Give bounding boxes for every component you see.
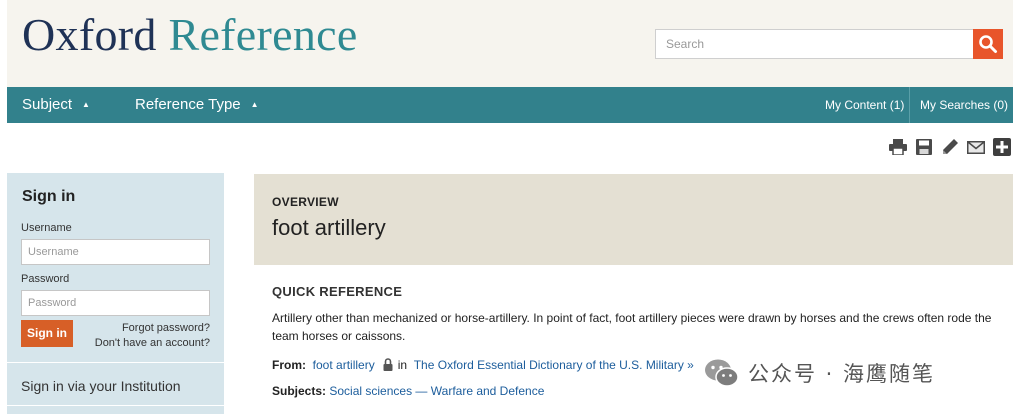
site-header: Oxford Reference (7, 0, 1013, 87)
from-label: From: (272, 358, 306, 372)
nav-subject-label: Subject (22, 96, 73, 113)
nav-my-content[interactable]: My Content (1) (825, 87, 904, 123)
sign-in-button[interactable]: Sign in (21, 320, 73, 347)
pencil-icon (943, 139, 958, 154)
save-button[interactable] (914, 137, 934, 157)
sign-in-panel: Sign in Username Password Sign in Forgot… (7, 173, 224, 414)
sign-in-title: Sign in (22, 188, 76, 205)
password-field-wrapper (21, 290, 210, 316)
page-title: foot artillery (272, 215, 386, 240)
page-tools (888, 137, 1012, 157)
overview-panel: OVERVIEW foot artillery (254, 174, 1013, 265)
save-icon (916, 139, 932, 155)
cite-button[interactable] (940, 137, 960, 157)
forgot-password-link[interactable]: Forgot password? (95, 321, 210, 336)
nav-subject[interactable]: Subject ▲ (22, 87, 90, 123)
nav-reference-type-label: Reference Type (135, 96, 241, 113)
subjects-label: Subjects: (272, 384, 327, 398)
search-box (655, 29, 1003, 59)
from-entry-link[interactable]: foot artillery (313, 358, 375, 372)
email-button[interactable] (966, 137, 986, 157)
username-field[interactable] (22, 240, 209, 264)
email-icon (967, 140, 985, 154)
sidebar-divider (7, 362, 224, 363)
search-button[interactable] (973, 29, 1003, 59)
wechat-watermark: 公众号 · 海鹰随笔 (704, 355, 1004, 391)
search-input[interactable] (656, 30, 972, 58)
nav-divider (909, 87, 910, 123)
overview-label: OVERVIEW (272, 195, 339, 209)
sidebar-divider (7, 405, 224, 406)
oxford-reference-logo[interactable]: Oxford Reference (22, 8, 358, 61)
username-field-wrapper (21, 239, 210, 265)
source-book-link[interactable]: The Oxford Essential Dictionary of the U… (414, 358, 694, 372)
caret-up-icon: ▲ (82, 100, 90, 109)
nav-reference-type[interactable]: Reference Type ▲ (135, 87, 259, 123)
subject-separator: — (415, 384, 428, 398)
definition-text: Artillery other than mechanized or horse… (272, 311, 992, 343)
print-icon (889, 139, 907, 155)
caret-up-icon: ▲ (250, 100, 259, 109)
wechat-icon (705, 359, 739, 387)
password-label: Password (21, 273, 70, 285)
institution-sign-in-link[interactable]: Sign in via your Institution (21, 378, 181, 394)
nav-my-searches[interactable]: My Searches (0) (920, 87, 1008, 123)
lock-icon (383, 358, 393, 371)
subject-link-social-sciences[interactable]: Social sciences (329, 384, 412, 398)
main-nav: Subject ▲ Reference Type ▲ My Content (1) … (7, 87, 1013, 123)
logo-word-oxford: Oxford (22, 9, 157, 60)
subject-link-warfare-defence[interactable]: Warfare and Defence (431, 384, 545, 398)
account-links: Forgot password? Don't have an account? (95, 321, 210, 351)
watermark-text: 公众号 · 海鹰随笔 (748, 362, 936, 386)
create-account-link[interactable]: Don't have an account? (95, 336, 210, 351)
password-field[interactable] (22, 291, 209, 315)
quick-reference-heading: QUICK REFERENCE (272, 284, 403, 299)
in-text: in (397, 358, 408, 372)
share-button[interactable] (992, 137, 1012, 157)
print-button[interactable] (888, 137, 908, 157)
plus-icon (993, 138, 1011, 156)
search-icon (979, 35, 997, 53)
username-label: Username (21, 222, 72, 234)
logo-word-reference: Reference (168, 9, 358, 60)
